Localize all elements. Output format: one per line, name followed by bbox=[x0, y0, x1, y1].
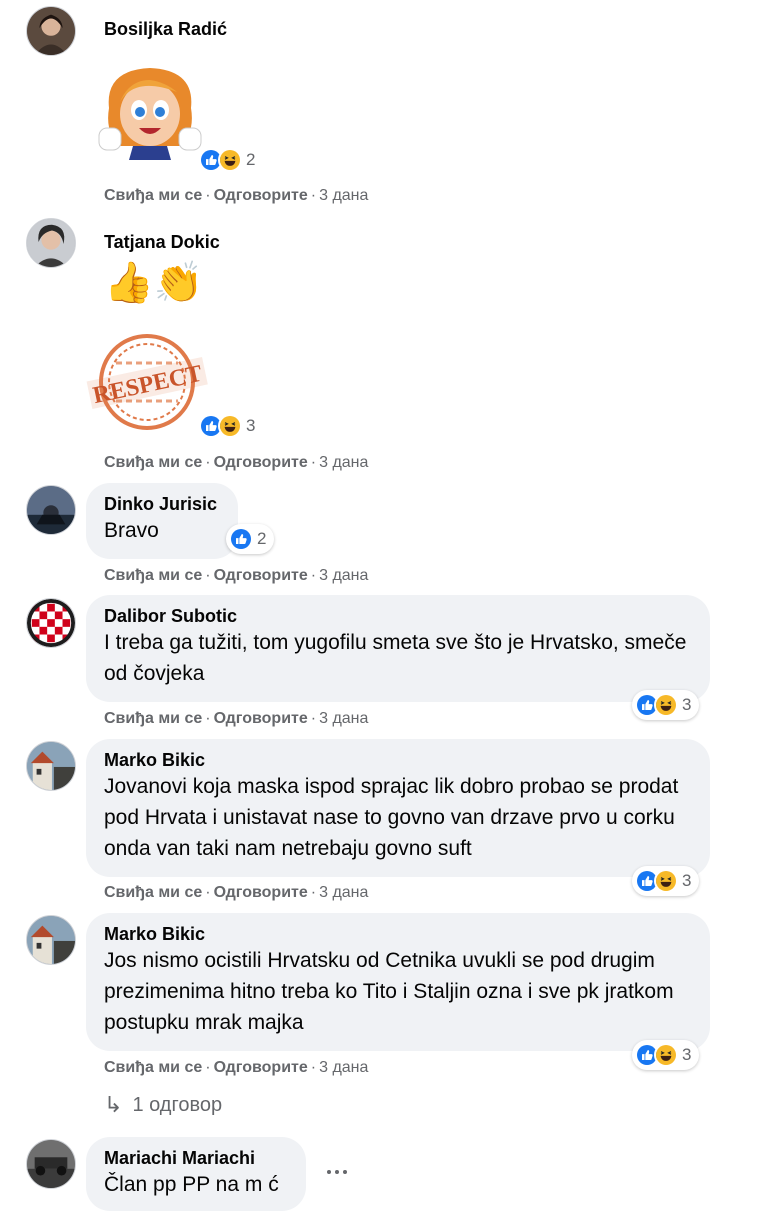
separator: · bbox=[310, 710, 317, 727]
reaction-count: 3 bbox=[682, 695, 692, 714]
like-reaction-icon bbox=[229, 527, 253, 551]
comment-text: Jovanovi koja maska ispod sprajac lik do… bbox=[104, 775, 679, 860]
separator: · bbox=[205, 187, 211, 204]
timestamp[interactable]: 3 дана bbox=[319, 884, 368, 901]
comment-author[interactable]: Mariachi Mariachi bbox=[104, 1147, 288, 1169]
comment-author[interactable]: Marko Bikic bbox=[104, 923, 692, 945]
separator: · bbox=[310, 567, 317, 584]
like-button[interactable]: Свиђа ми се bbox=[104, 884, 202, 901]
comment-author[interactable]: Bosiljka Radić bbox=[104, 18, 227, 40]
reaction-summary[interactable]: 3 bbox=[632, 866, 700, 896]
timestamp[interactable]: 3 дана bbox=[319, 567, 368, 584]
reply-arrow-icon: ↳ bbox=[104, 1092, 123, 1117]
reply-button[interactable]: Одговорите bbox=[214, 710, 308, 727]
reaction-count: 3 bbox=[682, 1045, 692, 1064]
comment-actions: Свиђа ми се · Одговорите · 3 дана bbox=[104, 883, 368, 903]
separator: · bbox=[205, 454, 211, 471]
comment-text: I treba ga tužiti, tom yugofilu smeta sv… bbox=[104, 631, 687, 685]
comment-author[interactable]: Dalibor Subotic bbox=[104, 605, 692, 627]
reply-button[interactable]: Одговорите bbox=[214, 454, 308, 471]
reaction-count: 3 bbox=[682, 871, 692, 890]
comment-bubble: Dinko Jurisic Bravo bbox=[86, 483, 238, 559]
separator: · bbox=[205, 567, 211, 584]
timestamp[interactable]: 3 дана bbox=[319, 187, 368, 204]
comment-bubble: Mariachi Mariachi Član pp PP na m ć bbox=[86, 1137, 306, 1211]
avatar[interactable] bbox=[26, 598, 76, 648]
reaction-count: 2 bbox=[246, 150, 256, 169]
haha-reaction-icon bbox=[654, 1043, 678, 1067]
comment-author[interactable]: Dinko Jurisic bbox=[104, 493, 220, 515]
avatar[interactable] bbox=[26, 915, 76, 965]
timestamp[interactable]: 3 дана bbox=[319, 1059, 368, 1076]
separator: · bbox=[310, 884, 317, 901]
separator: · bbox=[310, 187, 317, 204]
avatar[interactable] bbox=[26, 6, 76, 56]
reply-button[interactable]: Одговорите bbox=[214, 1059, 308, 1076]
separator: · bbox=[310, 1059, 317, 1076]
like-button[interactable]: Свиђа ми се bbox=[104, 1059, 202, 1076]
reply-button[interactable]: Одговорите bbox=[214, 567, 308, 584]
comment-bubble: Dalibor Subotic I treba ga tužiti, tom y… bbox=[86, 595, 710, 702]
separator: · bbox=[205, 1059, 211, 1076]
like-button[interactable]: Свиђа ми се bbox=[104, 187, 202, 204]
respect-stamp-sticker: RESPECT bbox=[86, 333, 208, 431]
reply-button[interactable]: Одговорите bbox=[214, 187, 308, 204]
cartoon-thumbs-up-sticker bbox=[95, 62, 205, 160]
comment-text: Član pp PP na m ć bbox=[104, 1173, 279, 1196]
view-replies-link[interactable]: ↳ 1 одговор bbox=[104, 1092, 222, 1118]
separator: · bbox=[310, 454, 317, 471]
reaction-count: 2 bbox=[257, 529, 267, 548]
like-button[interactable]: Свиђа ми се bbox=[104, 710, 202, 727]
more-options-icon[interactable] bbox=[322, 1160, 352, 1184]
reaction-summary[interactable]: 3 bbox=[196, 411, 263, 441]
avatar[interactable] bbox=[26, 741, 76, 791]
emoji-text: 👍👏 bbox=[104, 261, 204, 305]
reply-button[interactable]: Одговорите bbox=[214, 884, 308, 901]
comment-actions: Свиђа ми се · Одговорите · 3 дана bbox=[104, 709, 368, 729]
comment-text: Jos nismo ocistili Hrvatsku od Cetnika u… bbox=[104, 949, 674, 1034]
comment-actions: Свиђа ми се · Одговорите · 3 дана bbox=[104, 566, 368, 586]
reaction-summary[interactable]: 2 bbox=[196, 145, 263, 175]
like-button[interactable]: Свиђа ми се bbox=[104, 567, 202, 584]
reaction-summary[interactable]: 3 bbox=[632, 1040, 700, 1070]
reaction-summary[interactable]: 3 bbox=[632, 690, 700, 720]
timestamp[interactable]: 3 дана bbox=[319, 454, 368, 471]
comment-author[interactable]: Marko Bikic bbox=[104, 749, 692, 771]
comment-actions: Свиђа ми се · Одговорите · 3 дана bbox=[104, 186, 368, 206]
comment-actions: Свиђа ми се · Одговорите · 3 дана bbox=[104, 453, 368, 473]
timestamp[interactable]: 3 дана bbox=[319, 710, 368, 727]
comment-bubble: Marko Bikic Jovanovi koja maska ispod sp… bbox=[86, 739, 710, 877]
replies-count-label: 1 одговор bbox=[132, 1093, 223, 1116]
separator: · bbox=[205, 884, 211, 901]
avatar[interactable] bbox=[26, 485, 76, 535]
separator: · bbox=[205, 710, 211, 727]
like-button[interactable]: Свиђа ми се bbox=[104, 454, 202, 471]
haha-reaction-icon bbox=[218, 414, 242, 438]
comment-actions: Свиђа ми се · Одговорите · 3 дана bbox=[104, 1058, 368, 1078]
haha-reaction-icon bbox=[218, 148, 242, 172]
comment-author[interactable]: Tatjana Dokic bbox=[104, 231, 220, 253]
comment-bubble: Marko Bikic Jos nismo ocistili Hrvatsku … bbox=[86, 913, 710, 1051]
avatar[interactable] bbox=[26, 218, 76, 268]
reaction-summary[interactable]: 2 bbox=[226, 524, 275, 554]
haha-reaction-icon bbox=[654, 869, 678, 893]
avatar[interactable] bbox=[26, 1139, 76, 1189]
reaction-count: 3 bbox=[246, 416, 256, 435]
comment-text: Bravo bbox=[104, 519, 159, 542]
haha-reaction-icon bbox=[654, 693, 678, 717]
